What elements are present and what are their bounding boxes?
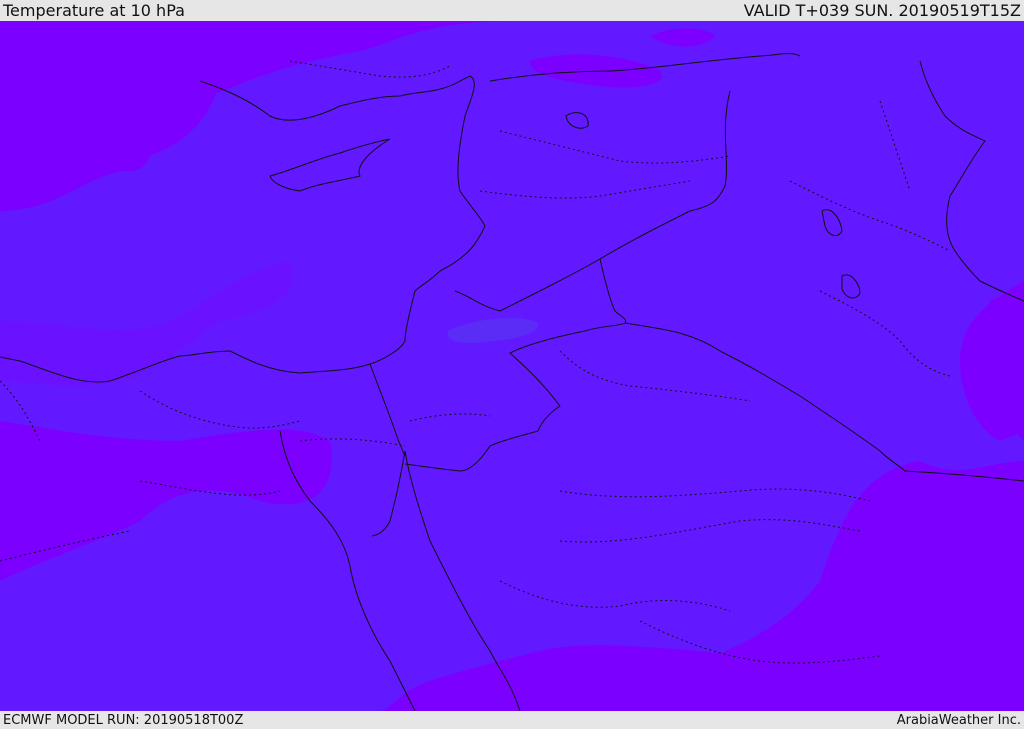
valid-time: VALID T+039 SUN. 20190519T15Z: [743, 1, 1021, 20]
map-canvas: [0, 21, 1024, 711]
weather-map[interactable]: [0, 21, 1024, 711]
map-title: Temperature at 10 hPa: [3, 1, 185, 20]
footer-bar: ECMWF MODEL RUN: 20190518T00Z ArabiaWeat…: [0, 711, 1024, 729]
header-bar: Temperature at 10 hPa VALID T+039 SUN. 2…: [0, 0, 1024, 21]
provider-credit: ArabiaWeather Inc.: [896, 712, 1021, 728]
model-run: ECMWF MODEL RUN: 20190518T00Z: [3, 712, 244, 728]
